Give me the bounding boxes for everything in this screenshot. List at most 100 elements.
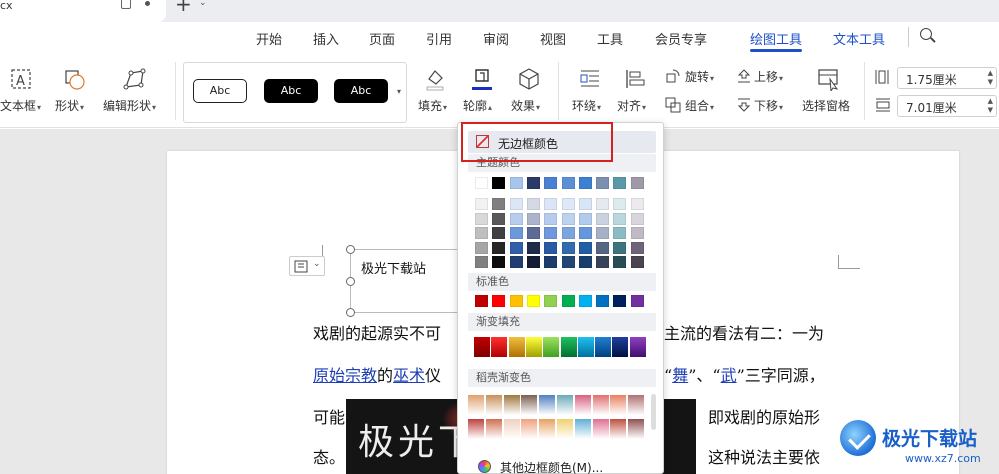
theme-color-swatch[interactable] <box>630 177 644 189</box>
shape-height-field[interactable]: 1.75厘米 ▲ ▼ <box>897 67 997 89</box>
theme-color-swatch[interactable] <box>492 177 506 189</box>
theme-color-swatch[interactable] <box>613 212 627 225</box>
standard-color-swatch[interactable] <box>544 295 558 307</box>
theme-color-swatch[interactable] <box>526 177 540 189</box>
theme-color-swatch[interactable] <box>561 212 575 225</box>
theme-color-swatch[interactable] <box>526 241 540 254</box>
shell-gradient-swatch[interactable] <box>521 419 538 439</box>
height-stepper-icon[interactable]: ▲ ▼ <box>988 69 993 87</box>
theme-color-swatch[interactable] <box>475 198 488 210</box>
theme-color-swatch[interactable] <box>492 198 506 210</box>
style-swatch-outline[interactable]: Abc <box>193 79 247 103</box>
theme-color-swatch[interactable] <box>561 241 575 254</box>
resize-handle[interactable] <box>346 308 355 317</box>
resize-handle[interactable] <box>346 245 355 254</box>
outline-button[interactable]: 轮廓▴ <box>460 64 504 119</box>
hyperlink[interactable]: 武 <box>721 366 737 385</box>
standard-color-swatch[interactable] <box>475 295 488 307</box>
dropdown-scrollbar[interactable] <box>651 394 656 430</box>
theme-color-swatch[interactable] <box>544 241 558 254</box>
theme-color-swatch[interactable] <box>544 227 558 239</box>
theme-color-swatch[interactable] <box>561 198 575 210</box>
tab-view[interactable]: 视图 <box>540 29 566 48</box>
tab-review[interactable]: 审阅 <box>483 29 509 48</box>
tab-insert[interactable]: 插入 <box>313 29 339 48</box>
gradient-fill-swatch[interactable] <box>612 337 629 357</box>
theme-color-swatch[interactable] <box>509 198 523 210</box>
width-stepper-icon[interactable]: ▲ ▼ <box>988 97 993 115</box>
standard-color-swatch[interactable] <box>596 295 610 307</box>
style-swatch-black-alt[interactable]: Abc <box>334 79 388 103</box>
shell-gradient-swatch[interactable] <box>574 419 591 439</box>
gallery-more-icon[interactable]: ▾ <box>397 87 401 96</box>
standard-color-swatch[interactable] <box>578 295 592 307</box>
tab-drawing-tools[interactable]: 绘图工具 <box>750 29 802 48</box>
shape-width-field[interactable]: 7.01厘米 ▲ ▼ <box>897 95 997 117</box>
send-backward-button[interactable]: 下移▾ <box>734 96 794 116</box>
tab-start[interactable]: 开始 <box>256 29 282 48</box>
shell-gradient-swatch[interactable] <box>485 419 502 439</box>
theme-color-swatch[interactable] <box>613 227 627 239</box>
style-swatch-black[interactable]: Abc <box>264 79 318 103</box>
shell-gradient-swatch[interactable] <box>574 395 591 415</box>
shell-gradient-swatch[interactable] <box>539 395 556 415</box>
theme-color-swatch[interactable] <box>630 198 644 210</box>
theme-color-swatch[interactable] <box>596 212 610 225</box>
gradient-fill-swatch[interactable] <box>629 337 646 357</box>
edit-shape-button[interactable]: 编辑形状▾ <box>103 64 165 119</box>
shell-gradient-swatch[interactable] <box>592 419 609 439</box>
shell-gradient-swatch[interactable] <box>610 395 627 415</box>
shell-gradient-swatch[interactable] <box>557 395 573 415</box>
tab-member[interactable]: 会员专享 <box>655 29 707 48</box>
theme-color-swatch[interactable] <box>526 198 540 210</box>
shell-gradient-swatch[interactable] <box>468 395 484 415</box>
shell-gradient-swatch[interactable] <box>610 419 627 439</box>
document-tab[interactable]: cx <box>0 0 166 22</box>
shell-gradient-swatch[interactable] <box>628 419 645 439</box>
selection-pane-button[interactable]: 选择窗格 <box>800 64 856 119</box>
theme-color-swatch[interactable] <box>492 256 506 268</box>
standard-color-swatch[interactable] <box>613 295 627 307</box>
theme-color-swatch[interactable] <box>578 241 592 254</box>
resize-handle[interactable] <box>346 277 355 286</box>
theme-color-swatch[interactable] <box>561 227 575 239</box>
gradient-fill-swatch[interactable] <box>508 337 525 357</box>
standard-color-swatch[interactable] <box>561 295 575 307</box>
theme-color-swatch[interactable] <box>630 241 644 254</box>
shell-gradient-swatch[interactable] <box>503 395 520 415</box>
gradient-fill-swatch[interactable] <box>543 337 560 357</box>
theme-color-swatch[interactable] <box>544 177 558 189</box>
more-border-colors-option[interactable]: 其他边框颜色(M)... <box>474 458 654 474</box>
standard-color-swatch[interactable] <box>526 295 540 307</box>
shell-gradient-swatch[interactable] <box>557 419 573 439</box>
theme-color-swatch[interactable] <box>544 212 558 225</box>
shape-button[interactable]: 形状▾ <box>55 64 95 119</box>
theme-color-swatch[interactable] <box>630 227 644 239</box>
theme-color-swatch[interactable] <box>526 212 540 225</box>
wrap-button[interactable]: 环绕▾ <box>570 64 610 119</box>
theme-color-swatch[interactable] <box>613 198 627 210</box>
standard-color-swatch[interactable] <box>630 295 644 307</box>
text-box-content[interactable]: 极光下载站 <box>361 258 426 277</box>
shell-gradient-swatch[interactable] <box>503 419 520 439</box>
theme-color-swatch[interactable] <box>561 256 575 268</box>
selected-text-box[interactable]: 极光下载站 <box>350 249 460 313</box>
theme-color-swatch[interactable] <box>475 256 488 268</box>
hyperlink[interactable]: 原始宗教 <box>313 366 377 385</box>
theme-color-swatch[interactable] <box>596 177 610 189</box>
theme-color-swatch[interactable] <box>526 256 540 268</box>
shell-gradient-swatch[interactable] <box>592 395 609 415</box>
search-icon[interactable] <box>920 28 932 40</box>
shell-gradient-swatch[interactable] <box>628 395 645 415</box>
theme-color-swatch[interactable] <box>544 256 558 268</box>
hyperlink[interactable]: 舞 <box>672 366 688 385</box>
theme-color-swatch[interactable] <box>596 241 610 254</box>
group-button[interactable]: 组合▾ <box>663 96 729 116</box>
theme-color-swatch[interactable] <box>596 198 610 210</box>
theme-color-swatch[interactable] <box>492 241 506 254</box>
theme-color-swatch[interactable] <box>613 241 627 254</box>
effect-button[interactable]: 效果▾ <box>508 64 548 119</box>
gradient-fill-swatch[interactable] <box>560 337 577 357</box>
theme-color-swatch[interactable] <box>509 241 523 254</box>
theme-color-swatch[interactable] <box>475 241 488 254</box>
